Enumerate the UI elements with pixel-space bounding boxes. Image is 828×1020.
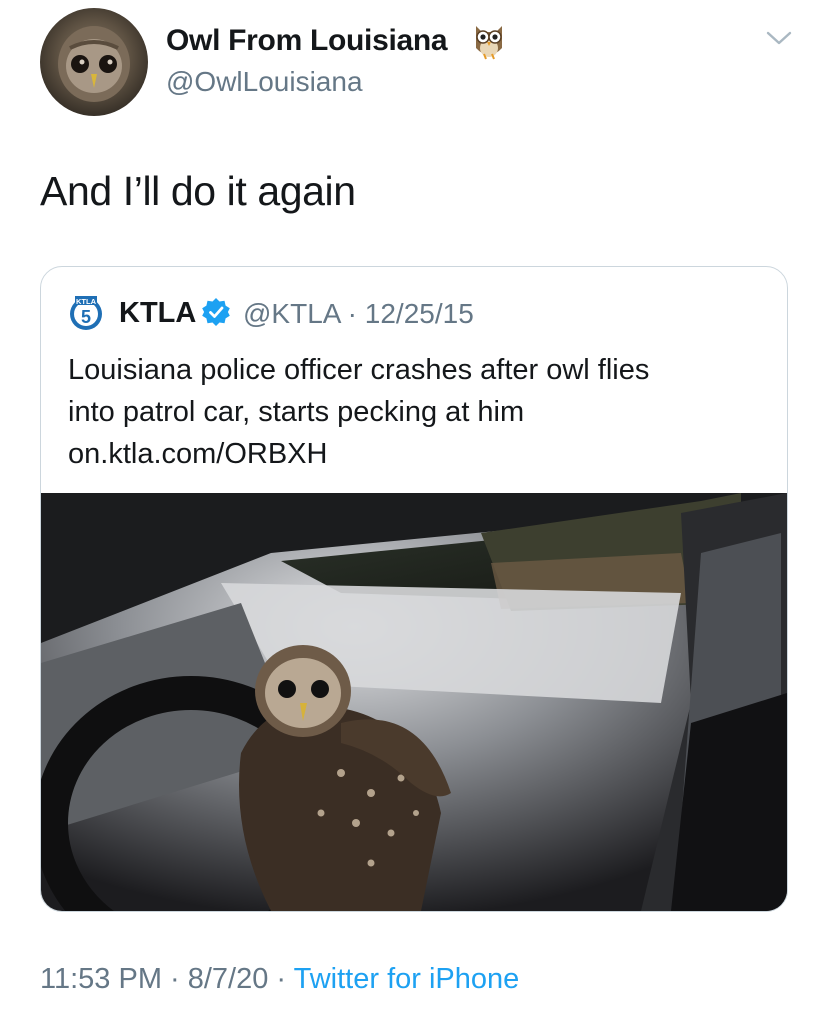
quoted-tweet-card[interactable]: KTLA 5 KTLA @KTLA · 12/25/15 Louisiana p…: [40, 266, 788, 912]
owl-in-patrol-car-photo[interactable]: [41, 493, 787, 911]
owl-avatar-image: [58, 26, 130, 102]
owl-emoji-icon: [476, 26, 502, 60]
timestamp[interactable]: 11:53 PM · 8/7/20 ·: [40, 963, 294, 995]
chevron-down-icon[interactable]: [766, 30, 792, 46]
avatar[interactable]: [40, 8, 148, 116]
tweet-source-link[interactable]: Twitter for iPhone: [294, 963, 520, 995]
quoted-text-line2: into patrol car, starts pecking at him: [68, 396, 525, 428]
author-handle[interactable]: @OwlLouisiana: [166, 66, 363, 98]
quoted-handle-date: @KTLA · 12/25/15: [243, 298, 474, 329]
verified-badge-icon: [202, 298, 230, 326]
tweet-text: And I’ll do it again: [40, 168, 356, 214]
ktla-logo-icon: KTLA 5: [70, 296, 102, 330]
quoted-text-line1: Louisiana police officer crashes after o…: [68, 354, 650, 386]
ktla-logo-text: KTLA: [76, 297, 97, 306]
tweet-footer: 11:53 PM · 8/7/20 · Twitter for iPhone: [40, 963, 519, 996]
quoted-tweet-link[interactable]: on.ktla.com/ORBXH: [68, 433, 768, 475]
quoted-tweet-text: Louisiana police officer crashes after o…: [68, 349, 768, 475]
ktla-logo-number: 5: [81, 307, 91, 327]
quoted-display-name[interactable]: KTLA: [119, 297, 196, 330]
display-name[interactable]: Owl From Louisiana: [166, 24, 448, 58]
